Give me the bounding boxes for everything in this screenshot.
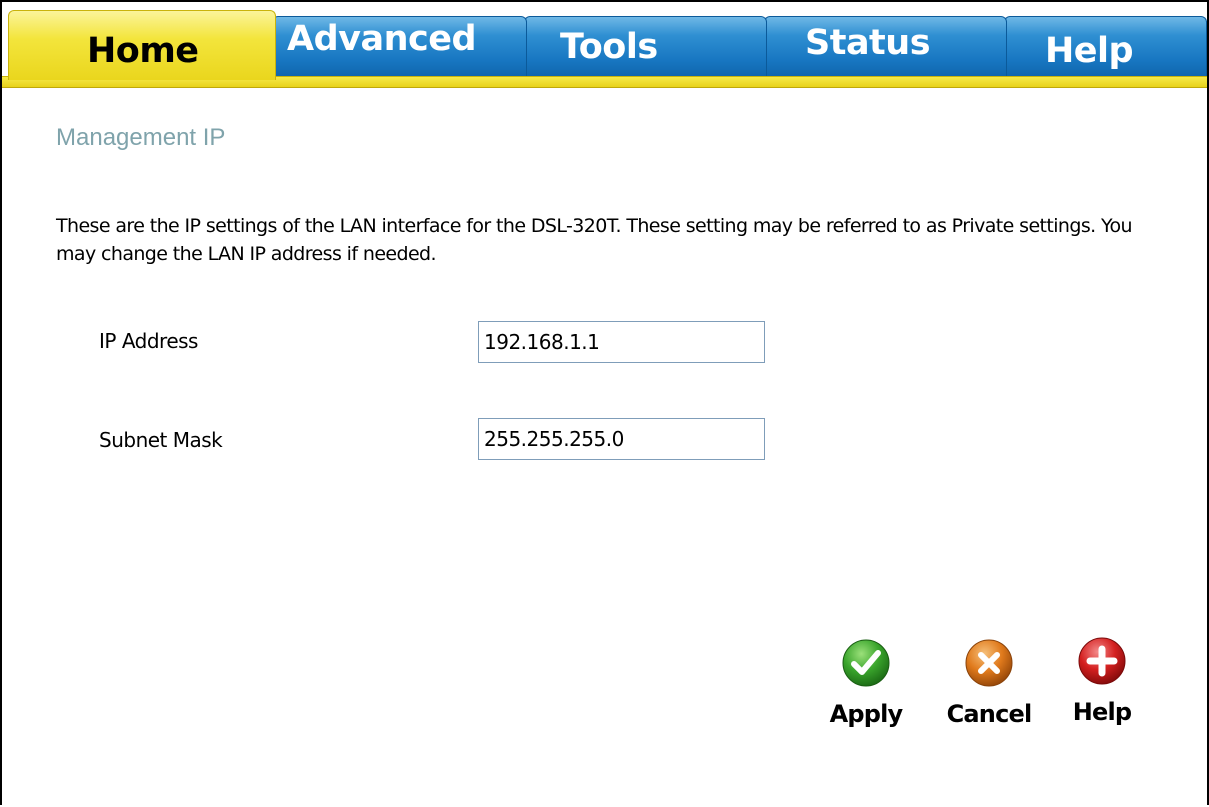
tab-help-label: Help [1045,31,1134,71]
tab-home-label: Home [87,31,199,71]
page-title: Management IP [56,124,226,151]
help-button[interactable]: Help [1052,637,1152,738]
subnet-mask-input[interactable] [478,418,765,460]
ip-address-input[interactable] [478,321,765,363]
ip-address-label: IP Address [99,329,198,353]
help-label: Help [1072,698,1132,726]
page-description: These are the IP settings of the LAN int… [56,215,1133,265]
cancel-button[interactable]: Cancel [939,638,1039,738]
tab-home[interactable]: Home [8,10,276,80]
x-icon [965,639,1013,687]
cancel-label: Cancel [946,700,1033,728]
apply-label: Apply [829,700,904,728]
plus-icon [1078,637,1126,685]
tab-advanced-label: Advanced [287,19,477,59]
main-nav-tabs: Help Status Tools Advanced Home [2,10,1207,88]
tab-advanced[interactable]: Advanced [272,16,527,78]
tab-status[interactable]: Status [764,16,1007,78]
page-frame: Help Status Tools Advanced Home Manageme… [0,0,1209,805]
tab-tools-label: Tools [560,27,658,67]
apply-button[interactable]: Apply [816,638,916,738]
tab-tools[interactable]: Tools [524,16,767,78]
subnet-mask-label: Subnet Mask [99,428,223,452]
check-icon [842,639,890,687]
tab-status-label: Status [805,23,931,63]
tab-help[interactable]: Help [1004,16,1207,78]
